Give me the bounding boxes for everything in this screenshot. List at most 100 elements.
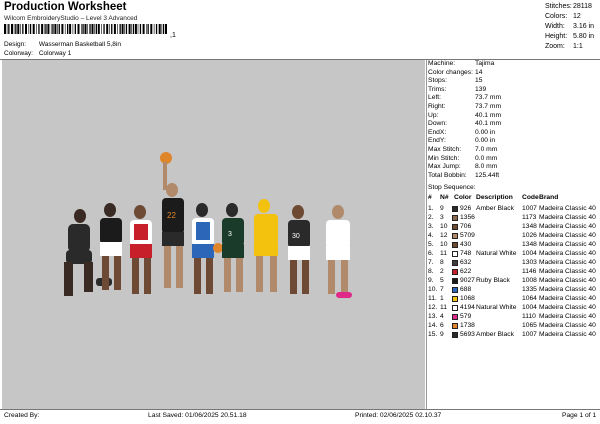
cell-desc: Amber Black: [476, 331, 514, 338]
table-row: 11. 1 1068 1064 Madeira Classic 40: [428, 294, 598, 303]
color-swatch: [452, 214, 458, 221]
table-row: 10. 7 688 1335 Madeira Classic 40: [428, 285, 598, 294]
barcode: ,1: [4, 24, 176, 38]
cell-code: 1007: [522, 205, 537, 212]
table-row: 6. 11 748 Natural White 1004 Madeira Classic …: [428, 249, 598, 258]
table-row: 13. 4 579 1110 Madeira Classic 40: [428, 312, 598, 321]
cell-brand: Madeira Classic 40: [539, 232, 596, 239]
last-saved: Last Saved: 01/06/2025 20.51.18: [148, 412, 247, 419]
cell-color: 632: [460, 259, 472, 266]
page-number: Page 1 of 1: [562, 412, 597, 419]
cell-code: 1004: [522, 250, 537, 257]
info-row: Trims: 139: [428, 85, 487, 93]
footer-divider: [0, 409, 600, 410]
embroidery-design-image: 22 3 30: [64, 152, 352, 298]
cell-color: 579: [460, 313, 472, 320]
cell-num: 9.: [428, 277, 434, 284]
cell-code: 1064: [522, 295, 537, 302]
color-swatch: [452, 295, 458, 302]
table-row: 1. 9 926 Amber Black 1007 Madeira Classic 40: [428, 204, 598, 213]
cell-n: 2: [440, 268, 444, 275]
cell-color: 622: [460, 268, 472, 275]
printed-date: Printed: 02/06/2025 02.10.37: [355, 412, 442, 419]
cell-num: 10.: [428, 286, 438, 293]
cell-n: 6: [440, 322, 444, 329]
cell-brand: Madeira Classic 40: [539, 250, 596, 257]
colorway-label: Colorway:: [4, 50, 33, 57]
cell-code: 1007: [522, 331, 537, 338]
cell-color: 748: [460, 250, 472, 257]
cell-n: 11: [440, 250, 447, 257]
color-swatch: [452, 313, 458, 320]
cell-code: 1065: [522, 322, 537, 329]
cell-num: 5.: [428, 241, 434, 248]
color-swatch: [452, 232, 458, 239]
machine-info-panel: Machine: Tajima Color changes: 14 Stops: 15…: [428, 60, 598, 180]
info-row: Left: 73.7 mm: [428, 94, 502, 102]
cell-num: 13.: [428, 313, 438, 320]
info-row: Stops: 15: [428, 77, 483, 85]
svg-text:3: 3: [228, 231, 232, 238]
color-swatch: [452, 322, 458, 329]
stat-height: Height: 5.80 in: [545, 33, 595, 40]
table-row: 7. 8 632 1303 Madeira Classic 40: [428, 258, 598, 267]
color-swatch: [452, 241, 458, 248]
cell-n: 9: [440, 331, 444, 338]
color-swatch: [452, 223, 458, 230]
cell-n: 11: [440, 304, 447, 311]
cell-code: 1348: [522, 241, 537, 248]
stat-width: Width: 3.16 in: [545, 23, 595, 30]
colorway-row: Colorway: Colorway 1: [4, 50, 71, 57]
cell-n: 7: [440, 286, 444, 293]
info-row: Total Bobbin: 125.44ft: [428, 171, 500, 179]
color-swatch: [452, 331, 458, 338]
cell-n: 10: [440, 223, 448, 230]
design-value: Wasserman Basketball 5,8in: [38, 41, 121, 48]
table-row: 4. 12 5709 1026 Madeira Classic 40: [428, 231, 598, 240]
cell-num: 7.: [428, 259, 434, 266]
cell-code: 1348: [522, 223, 537, 230]
table-row: 12. 11 4194 Natural White 1004 Madeira Classi…: [428, 303, 598, 312]
panel-divider: [426, 60, 427, 409]
cell-num: 12.: [428, 304, 438, 311]
colorway-value: Colorway 1: [38, 50, 72, 57]
color-swatch: [452, 304, 458, 311]
cell-num: 11.: [428, 295, 437, 302]
color-swatch: [452, 268, 458, 275]
cell-brand: Madeira Classic 40: [539, 241, 596, 248]
info-row: Machine: Tajima: [428, 60, 495, 67]
cell-num: 8.: [428, 268, 434, 275]
cell-desc: Ruby Black: [476, 277, 510, 284]
cell-brand: Madeira Classic 40: [539, 322, 596, 329]
color-swatch: [452, 259, 458, 266]
cell-n: 3: [440, 214, 444, 221]
svg-text:30: 30: [292, 233, 300, 240]
cell-color: 1738: [460, 322, 475, 329]
cell-color: 706: [460, 223, 472, 230]
color-swatch: [452, 205, 458, 212]
cell-brand: Madeira Classic 40: [539, 286, 596, 293]
cell-code: 1173: [522, 214, 537, 221]
cell-n: 1: [440, 295, 444, 302]
cell-color: 688: [460, 286, 472, 293]
design-label: Design:: [4, 41, 27, 48]
table-row: 2. 3 1356 1173 Madeira Classic 40: [428, 213, 598, 222]
cell-color: 1356: [460, 214, 475, 221]
cell-code: 1303: [522, 259, 537, 266]
cell-brand: Madeira Classic 40: [539, 214, 596, 221]
info-row: EndX: 0.00 in: [428, 128, 496, 136]
stop-sequence-header: # N# Color Description Code Brand: [428, 194, 559, 201]
cell-color: 1068: [460, 295, 475, 302]
color-swatch: [452, 250, 458, 257]
cell-brand: Madeira Classic 40: [539, 223, 596, 230]
cell-brand: Madeira Classic 40: [539, 277, 596, 284]
cell-brand: Madeira Classic 40: [539, 313, 596, 320]
cell-num: 15.: [428, 331, 438, 338]
color-swatch: [452, 286, 458, 293]
info-row: Min Stitch: 0.0 mm: [428, 154, 498, 162]
cell-color: 926: [460, 205, 472, 212]
info-row: Right: 73.7 mm: [428, 102, 502, 110]
cell-brand: Madeira Classic 40: [539, 205, 596, 212]
cell-desc: Amber Black: [476, 205, 514, 212]
worksheet-title: Production Worksheet: [4, 1, 127, 13]
